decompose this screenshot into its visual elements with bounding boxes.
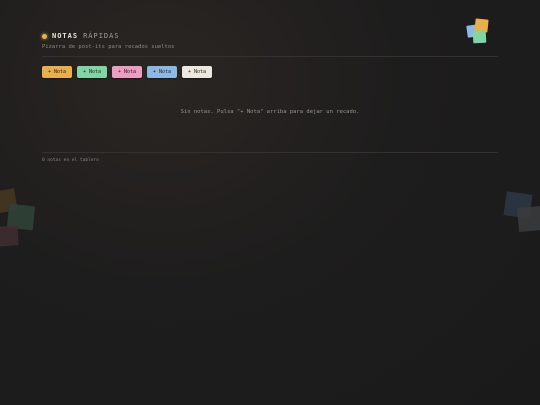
empty-board-message: Sin notas. Pulsa "+ Nota" arriba para de… [180,109,360,115]
header-divider [42,56,498,57]
decorative-note-right-2 [516,205,540,233]
title-row: NOTAS RÁPIDAS [42,30,498,42]
note-count: 0 notas en el tablero [42,158,99,163]
add-note-green-button[interactable]: + Nota [77,66,107,78]
add-note-yellow-button[interactable]: + Nota [42,66,72,78]
app-title: NOTAS [52,32,79,40]
add-note-blue-button[interactable]: + Nota [147,66,177,78]
decorative-note-left-3 [0,225,19,247]
add-note-pink-button[interactable]: + Nota [112,66,142,78]
add-note-white-button[interactable]: + Nota [182,66,212,78]
sticky-notes-logo-icon [465,18,491,46]
app-subtitle: Pizarra de post-its para recados sueltos [42,44,175,50]
app-title-suffix: RÁPIDAS [83,32,120,40]
board-divider [42,152,498,153]
app-header: NOTAS RÁPIDAS Pizarra de post-its para r… [42,30,498,50]
toolbar: + Nota + Nota + Nota + Nota + Nota [42,66,212,78]
status-dot-icon [42,33,47,39]
